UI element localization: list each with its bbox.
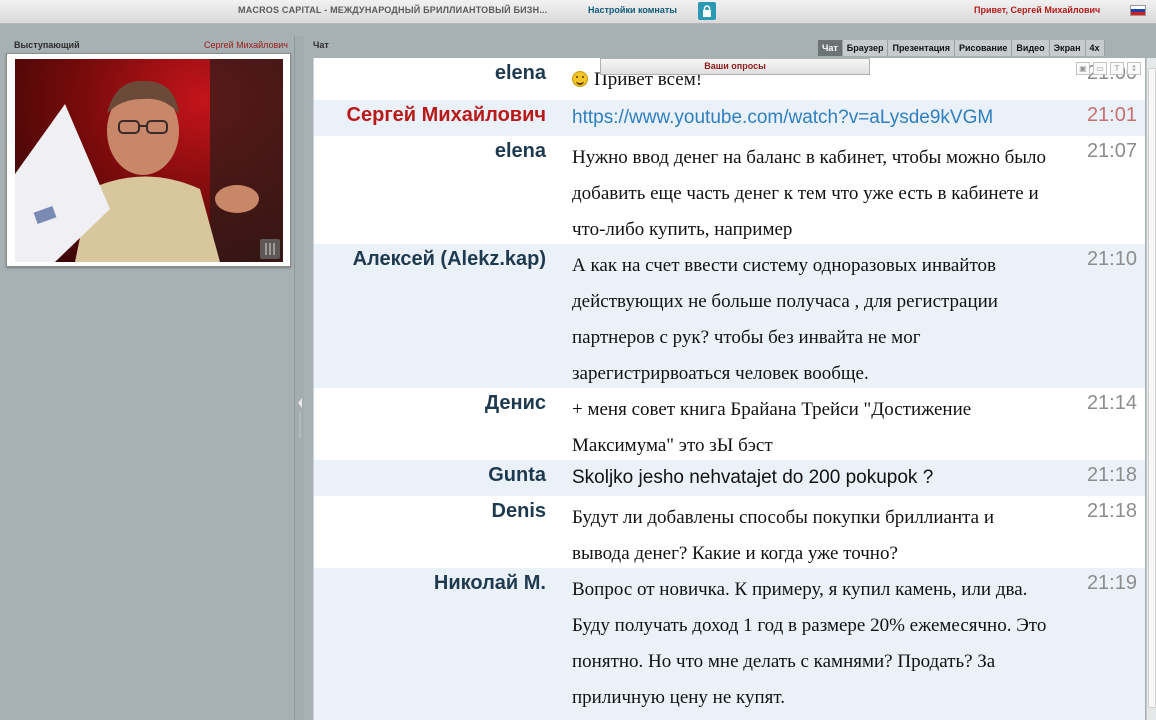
room-settings-link[interactable]: Настройки комнаты xyxy=(588,5,677,15)
speaker-video-frame xyxy=(6,53,291,267)
text-smaller-icon[interactable]: ▭ xyxy=(1093,62,1107,75)
speaker-label: Выступающий xyxy=(14,40,80,50)
tab-presentation[interactable]: Презентация xyxy=(888,40,955,56)
speaker-name: Сергей Михайлович xyxy=(204,40,288,50)
message-author[interactable]: elena xyxy=(314,140,546,163)
image-icon[interactable]: ▣ xyxy=(1076,62,1090,75)
message-author[interactable]: Gunta xyxy=(314,464,546,487)
video-resize-handle[interactable] xyxy=(260,239,280,259)
font-size-icon[interactable]: ↕ xyxy=(1127,62,1141,75)
message-author[interactable]: Сергей Михайлович xyxy=(314,104,546,127)
message-row: Денис + меня совет книга Брайана Трейси … xyxy=(314,388,1145,460)
message-text: + меня совет книга Брайана Трейси "Дости… xyxy=(572,399,972,456)
polls-button[interactable]: Ваши опросы xyxy=(600,58,870,75)
message-text: Вопрос от новичка. К примеру, я купил ка… xyxy=(572,579,1047,708)
video-picture xyxy=(15,59,283,262)
resize-icon xyxy=(265,243,275,255)
lock-icon xyxy=(703,5,711,17)
message-row: elena Нужно ввод денег на баланс в кабин… xyxy=(314,136,1145,244)
tab-browser[interactable]: Браузер xyxy=(842,40,889,56)
message-time: 21:10 xyxy=(1086,248,1137,270)
scrollbar-thumb[interactable] xyxy=(1148,68,1156,708)
text-larger-icon[interactable]: T xyxy=(1110,62,1124,75)
message-time: 21:07 xyxy=(1086,140,1137,162)
chat-scrollbar[interactable] xyxy=(1146,58,1156,720)
chat-title: Чат xyxy=(313,40,329,50)
room-title: MACROS CAPITAL - МЕЖДУНАРОДНЫЙ БРИЛЛИАНТ… xyxy=(238,5,548,15)
message-text: Будут ли добавлены способы покупки брилл… xyxy=(572,507,995,564)
message-text: А как на счет ввести систему одноразовых… xyxy=(572,255,998,384)
message-row: Сергей Михайлович https://www.youtube.co… xyxy=(314,100,1145,136)
tab-drawing[interactable]: Рисование xyxy=(954,40,1013,56)
message-row: Николай М. Вопрос от новичка. К примеру,… xyxy=(314,568,1145,720)
collapse-arrow-icon[interactable] xyxy=(296,398,304,442)
tab-screen[interactable]: Экран xyxy=(1049,40,1086,56)
message-time: 21:14 xyxy=(1086,392,1137,414)
message-time: 21:01 xyxy=(1086,104,1137,126)
message-author[interactable]: Денис xyxy=(314,392,546,415)
message-author[interactable]: elena xyxy=(314,62,546,85)
message-time: 21:18 xyxy=(1086,500,1137,522)
message-link[interactable]: https://www.youtube.com/watch?v=aLysde9k… xyxy=(572,107,1052,129)
tab-4x[interactable]: 4x xyxy=(1085,40,1105,56)
message-list: elena Привет всем! 21:00 Сергей Михайлов… xyxy=(314,58,1145,720)
message-text: Skoljko jesho nehvatajet do 200 pokupok … xyxy=(572,467,934,488)
message-row: Denis Будут ли добавлены способы покупки… xyxy=(314,496,1145,568)
tab-bar: Чат Браузер Презентация Рисование Видео … xyxy=(818,40,1105,56)
tab-chat[interactable]: Чат xyxy=(818,40,843,56)
message-time: 21:18 xyxy=(1086,464,1137,486)
lock-button[interactable] xyxy=(698,2,716,20)
chat-toolbar: ▣ ▭ T ↕ xyxy=(1076,62,1141,75)
russian-flag-icon[interactable] xyxy=(1130,5,1146,16)
smile-icon xyxy=(572,71,588,87)
top-bar: MACROS CAPITAL - МЕЖДУНАРОДНЫЙ БРИЛЛИАНТ… xyxy=(0,0,1156,24)
message-time: 21:19 xyxy=(1086,572,1137,594)
user-greeting[interactable]: Привет, Сергей Михайлович xyxy=(974,5,1100,15)
message-row: Gunta Skoljko jesho nehvatajet do 200 po… xyxy=(314,460,1145,496)
tab-video[interactable]: Видео xyxy=(1012,40,1050,56)
message-row: Алексей (Alekz.kap) А как на счет ввести… xyxy=(314,244,1145,388)
message-author[interactable]: Denis xyxy=(314,500,546,523)
message-text: Нужно ввод денег на баланс в кабинет, чт… xyxy=(572,147,1047,240)
message-author[interactable]: Алексей (Alekz.kap) xyxy=(314,248,546,271)
message-author[interactable]: Николай М. xyxy=(314,572,546,595)
speaker-video[interactable] xyxy=(15,59,283,262)
panel-splitter[interactable] xyxy=(294,36,304,720)
chat-panel: ▣ ▭ T ↕ elena Привет всем! 21:00 Сергей … xyxy=(313,58,1145,720)
